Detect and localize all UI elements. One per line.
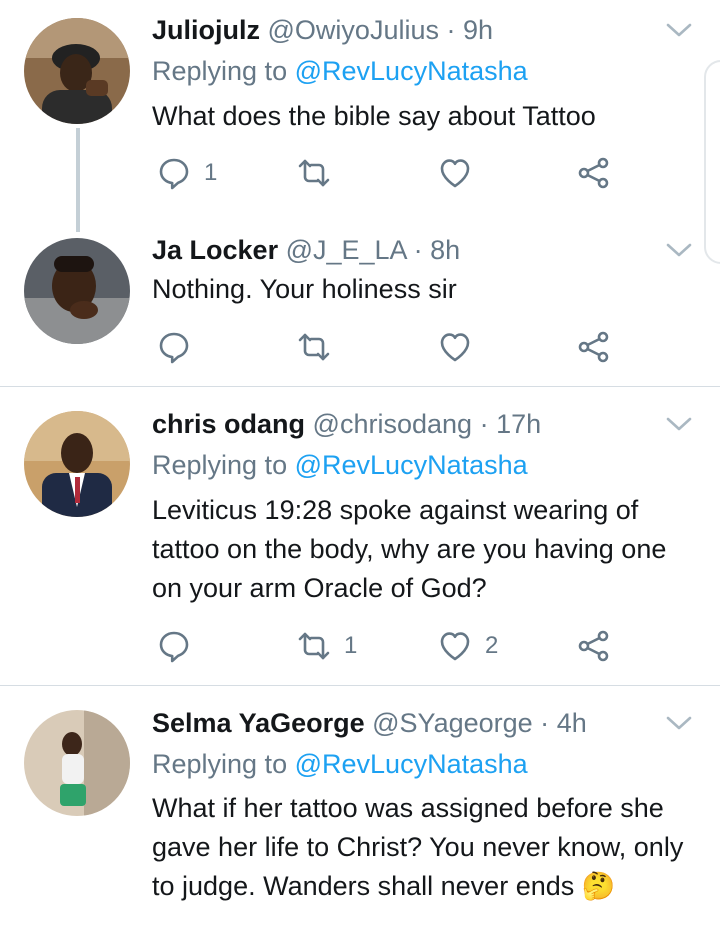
like-button[interactable] — [437, 153, 485, 193]
tweet-text: Leviticus 19:28 spoke against wearing of… — [152, 495, 667, 603]
avatar[interactable] — [24, 238, 130, 344]
reply-icon — [156, 628, 192, 664]
replying-to-label: Replying to — [152, 450, 288, 480]
reply-button[interactable] — [156, 626, 204, 666]
separator-dot: · — [446, 15, 456, 45]
tweet-text: What if her tattoo was assigned before s… — [152, 789, 702, 906]
replying-to-label: Replying to — [152, 749, 288, 779]
reply-button[interactable]: 1 — [156, 153, 217, 193]
mention-link[interactable]: @RevLucyNatasha — [295, 450, 528, 480]
thinking-face-emoji: 🤔 — [581, 871, 616, 901]
replying-to: Replying to @RevLucyNatasha — [152, 445, 528, 485]
share-icon — [576, 329, 612, 365]
share-icon — [576, 155, 612, 191]
retweet-count: 1 — [344, 632, 358, 659]
reply-icon — [156, 155, 192, 191]
share-icon — [576, 628, 612, 664]
display-name[interactable]: Selma YaGeorge — [152, 708, 365, 738]
replying-to: Replying to @RevLucyNatasha — [152, 51, 528, 91]
tweet-actions: 1 2 — [152, 626, 622, 666]
mention-link[interactable]: @RevLucyNatasha — [295, 749, 528, 779]
chevron-down-icon[interactable] — [664, 713, 694, 733]
mention-link[interactable]: @RevLucyNatasha — [295, 56, 528, 86]
tweet-header: Juliojulz @OwiyoJulius · 9h — [152, 10, 493, 50]
retweet-button[interactable] — [296, 153, 344, 193]
reply-button[interactable] — [156, 327, 204, 367]
separator-dot: · — [413, 235, 423, 265]
replying-to-label: Replying to — [152, 56, 288, 86]
tweet-chris-odang[interactable]: chris odang @chrisodang · 17h Replying t… — [0, 387, 720, 685]
tweet-ja-locker[interactable]: Ja Locker @J_E_LA · 8h Nothing. Your hol… — [0, 228, 720, 386]
tweet-juliojulz[interactable]: Juliojulz @OwiyoJulius · 9h Replying to … — [0, 0, 720, 232]
heart-icon — [437, 155, 473, 191]
separator-dot: · — [479, 409, 489, 439]
user-handle[interactable]: @SYageorge — [372, 708, 533, 738]
replying-to: Replying to @RevLucyNatasha — [152, 744, 528, 784]
reply-icon — [156, 329, 192, 365]
display-name[interactable]: Ja Locker — [152, 235, 278, 265]
user-handle[interactable]: @OwiyoJulius — [268, 15, 439, 45]
timestamp[interactable]: 4h — [557, 708, 587, 738]
avatar[interactable] — [24, 710, 130, 816]
thread-line — [76, 128, 80, 232]
retweet-icon — [296, 628, 332, 664]
display-name[interactable]: chris odang — [152, 409, 305, 439]
tweet-header: Selma YaGeorge @SYageorge · 4h — [152, 703, 587, 743]
chevron-down-icon[interactable] — [664, 240, 694, 260]
separator-dot: · — [540, 708, 550, 738]
chevron-down-icon[interactable] — [664, 414, 694, 434]
avatar[interactable] — [24, 411, 130, 517]
avatar[interactable] — [24, 18, 130, 124]
like-button[interactable] — [437, 327, 485, 367]
retweet-icon — [296, 155, 332, 191]
chevron-down-icon[interactable] — [664, 20, 694, 40]
reply-count: 1 — [204, 159, 218, 186]
user-handle[interactable]: @J_E_LA — [286, 235, 407, 265]
like-button[interactable]: 2 — [437, 626, 498, 666]
timestamp[interactable]: 8h — [430, 235, 460, 265]
timestamp[interactable]: 9h — [463, 15, 493, 45]
heart-icon — [437, 628, 473, 664]
retweet-button[interactable]: 1 — [296, 626, 357, 666]
tweet-selma-yageorge[interactable]: Selma YaGeorge @SYageorge · 4h Replying … — [0, 686, 720, 943]
tweet-text: Nothing. Your holiness sir — [152, 274, 457, 304]
share-button[interactable] — [576, 626, 612, 666]
tweet-actions — [152, 327, 622, 367]
share-button[interactable] — [576, 327, 612, 367]
heart-icon — [437, 329, 473, 365]
timestamp[interactable]: 17h — [496, 409, 541, 439]
retweet-button[interactable] — [296, 327, 344, 367]
retweet-icon — [296, 329, 332, 365]
like-count: 2 — [485, 632, 499, 659]
display-name[interactable]: Juliojulz — [152, 15, 260, 45]
tweet-actions: 1 — [152, 153, 622, 193]
user-handle[interactable]: @chrisodang — [313, 409, 473, 439]
tweet-text: What does the bible say about Tattoo — [152, 101, 596, 131]
tweet-header: Ja Locker @J_E_LA · 8h — [152, 230, 460, 270]
share-button[interactable] — [576, 153, 612, 193]
tweet-header: chris odang @chrisodang · 17h — [152, 404, 541, 444]
